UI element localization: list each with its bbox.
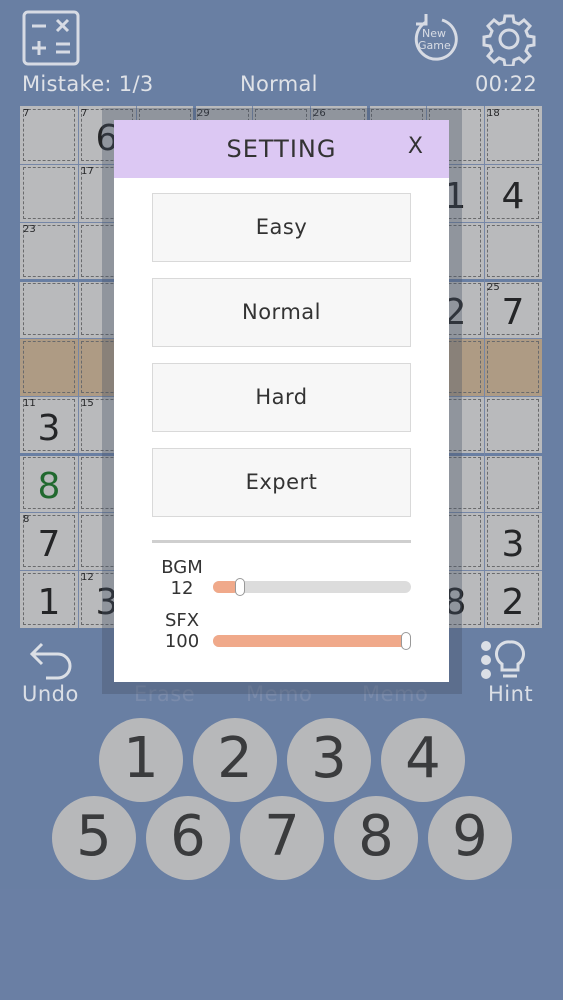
dialog-header: SETTING X [114, 120, 449, 178]
level-expert-button[interactable]: Expert [152, 448, 411, 517]
bgm-slider[interactable] [213, 578, 411, 596]
bgm-label: BGM [161, 557, 203, 578]
sfx-slider-knob[interactable] [401, 632, 411, 650]
level-normal-button[interactable]: Normal [152, 278, 411, 347]
level-easy-button[interactable]: Easy [152, 193, 411, 262]
bgm-value: 12 [170, 578, 194, 599]
sfx-value: 100 [164, 631, 200, 652]
sfx-slider-fill [213, 635, 411, 647]
sfx-slider[interactable] [213, 632, 411, 650]
bgm-slider-knob[interactable] [235, 578, 245, 596]
dialog-title: SETTING [226, 135, 337, 163]
settings-dialog: SETTING X Easy Normal Hard Expert BGM 12… [114, 120, 449, 682]
divider [152, 540, 411, 543]
level-hard-button[interactable]: Hard [152, 363, 411, 432]
close-button[interactable]: X [408, 134, 423, 159]
sfx-label: SFX [164, 610, 200, 631]
